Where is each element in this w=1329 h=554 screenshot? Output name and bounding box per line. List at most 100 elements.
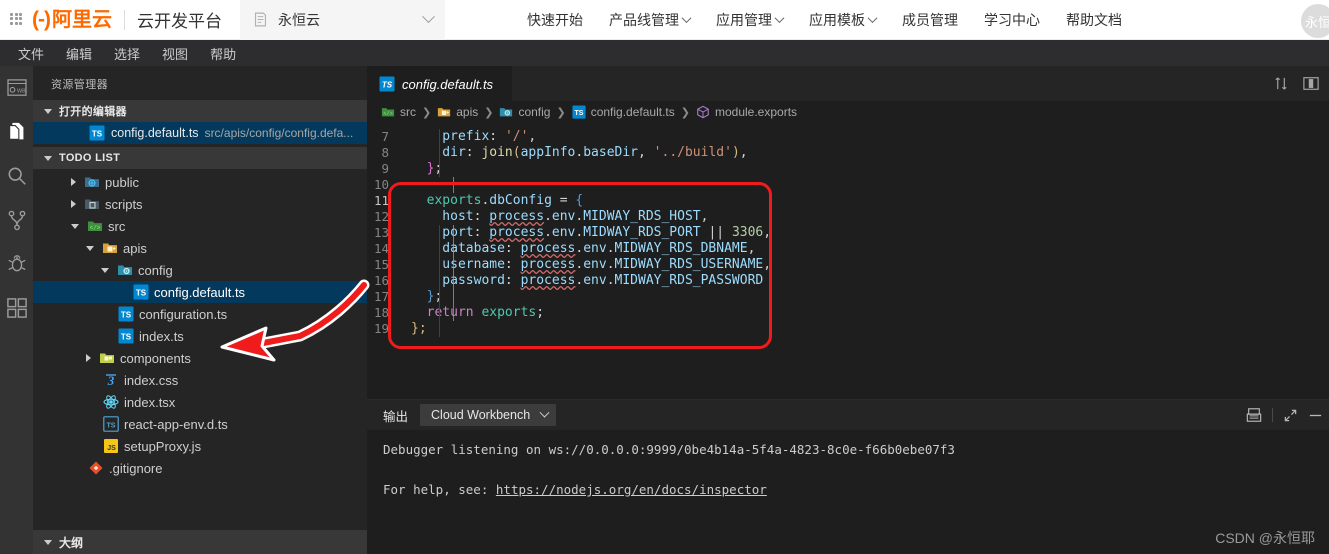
menu-item-edit[interactable]: 编辑 [56,41,102,66]
tree-folder-row[interactable]: </> src [33,215,367,237]
folder-config-icon [118,265,132,275]
editor-tab-config-default-ts[interactable]: TS config.default.ts [367,66,512,101]
js-file-icon: JS [104,439,118,453]
breadcrumb-item-label: config [518,105,551,119]
aliyun-logo[interactable]: (-) 阿里云 [32,9,112,30]
chevron-right-icon [86,354,91,362]
extensions-icon[interactable] [5,296,29,320]
menu-item-view[interactable]: 视图 [152,41,198,66]
code-line[interactable]: 19}; [367,321,1329,337]
code-line[interactable]: 14 database: process.env.MIDWAY_RDS_DBNA… [367,241,1329,257]
project-icon [254,12,267,27]
svg-text:TS: TS [574,110,583,117]
grid-apps-icon[interactable] [10,12,24,27]
line-number: 8 [381,145,389,160]
svg-text:TS: TS [136,289,147,298]
open-editor-item-config-default[interactable]: TS config.default.ts src/apis/config/con… [33,122,367,144]
aliyun-logo-mark: (-) [32,8,51,31]
avatar[interactable]: 永恒 [1301,4,1329,38]
code-line-text: username: process.env.MIDWAY_RDS_USERNAM… [411,257,772,272]
ts-file-icon: TS [118,306,134,322]
tree-folder-row[interactable]: scripts [33,193,367,215]
breadcrumb-item[interactable]: module.exports [696,105,797,119]
open-editors-label: 打开的编辑器 [59,106,127,118]
close-panel-icon[interactable] [1308,408,1323,423]
nav-link-help-docs[interactable]: 帮助文档 [1066,10,1122,30]
tree-folder-row[interactable]: config [33,259,367,281]
nav-link-product-line[interactable]: 产品线管理 [609,10,692,30]
code-line[interactable]: 13 port: process.env.MIDWAY_RDS_PORT || … [367,225,1329,241]
search-icon[interactable] [5,164,29,188]
tree-file-row[interactable]: index.tsx [33,391,367,413]
nav-link-learning-center[interactable]: 学习中心 [984,10,1040,30]
code-line[interactable]: 17 }; [367,289,1329,305]
code-line[interactable]: 12 host: process.env.MIDWAY_RDS_HOST, [367,209,1329,225]
outline-section-header[interactable]: 大纲 [33,530,367,554]
code-line[interactable]: 16 password: process.env.MIDWAY_RDS_PASS… [367,273,1329,289]
breadcrumb-item[interactable]: config [499,105,550,119]
aliyun-top-nav: (-) 阿里云 云开发平台 永恒云 快速开始 产品线管理 应用管理 应用模板 成… [0,0,1329,40]
split-editor-vertical-icon[interactable] [1274,76,1289,91]
menu-item-help[interactable]: 帮助 [200,41,246,66]
inspector-doc-link[interactable]: https://nodejs.org/en/docs/inspector [496,482,767,497]
nav-link-label: 应用模板 [808,11,865,28]
editor-tab-actions [1274,66,1319,101]
code-line-text: prefix: '/', [411,129,537,144]
project-section-header[interactable]: TODO LIST [33,147,367,169]
code-line[interactable]: 11 exports.dbConfig = { [367,193,1329,209]
output-panel-actions [1246,400,1323,430]
breadcrumb-item[interactable]: </> src [381,105,416,119]
output-channel-select[interactable]: Cloud Workbench [420,404,557,426]
nav-link-app-template[interactable]: 应用模板 [808,10,878,30]
tree-file-row[interactable]: TS config.default.ts [33,281,367,303]
open-editors-section-header[interactable]: 打开的编辑器 [33,100,367,122]
tree-folder-row[interactable]: public [33,171,367,193]
source-control-icon[interactable] [5,208,29,232]
breadcrumb-item[interactable]: apis [437,105,478,119]
tree-item-label: public [105,174,139,190]
breadcrumb-item[interactable]: TS config.default.ts [572,105,675,119]
output-line-blank [383,460,1329,480]
menu-item-file[interactable]: 文件 [8,41,54,66]
ts-file-icon: TS [572,105,586,119]
project-selector[interactable]: 永恒云 [239,0,445,40]
tree-item-label: apis [123,240,147,256]
svg-text:TS: TS [382,81,393,90]
nav-link-quick-start[interactable]: 快速开始 [527,10,583,30]
code-line[interactable]: 8 dir: join(appInfo.baseDir, '../build')… [367,145,1329,161]
code-line[interactable]: 7 prefix: '/', [367,129,1329,145]
code-line[interactable]: 10 [367,177,1329,193]
tree-item-label: react-app-env.d.ts [124,416,228,432]
folder-api-icon [103,243,117,253]
chevron-down-icon [867,13,878,24]
tree-file-row[interactable]: JS setupProxy.js [33,435,367,457]
explorer-files-icon[interactable] [5,120,29,144]
code-line[interactable]: 9 }; [367,161,1329,177]
output-line: Debugger listening on ws://0.0.0.0:9999/… [383,442,955,457]
tree-folder-row[interactable]: components [33,347,367,369]
tree-file-row[interactable]: .gitignore [33,457,367,479]
code-line-text: exports.dbConfig = { [411,193,584,208]
nav-link-member-management[interactable]: 成员管理 [902,10,958,30]
code-line[interactable]: 15 username: process.env.MIDWAY_RDS_USER… [367,257,1329,273]
output-tab[interactable]: 输出 [383,406,408,425]
tree-file-row[interactable]: 3 index.css [33,369,367,391]
code-line-text: }; [411,289,443,304]
tree-file-row[interactable]: TS configuration.ts [33,303,367,325]
tree-folder-row[interactable]: apis [33,237,367,259]
run-debug-icon[interactable] [5,252,29,276]
code-editor[interactable]: 7 prefix: '/', 8 dir: join(appInfo.baseDi… [367,123,1329,399]
menu-item-select[interactable]: 选择 [104,41,150,66]
toggle-panel-layout-icon[interactable] [1303,76,1319,91]
ts-file-icon: TS [379,76,395,92]
web-preview-icon[interactable]: WB [5,76,29,100]
maximize-panel-icon[interactable] [1283,408,1298,423]
tree-file-row[interactable]: TS index.ts [33,325,367,347]
breadcrumb-separator-icon: ❯ [422,106,432,119]
code-line[interactable]: 18 return exports; [367,305,1329,321]
clear-output-icon[interactable] [1246,407,1262,423]
nav-link-app-management[interactable]: 应用管理 [716,10,785,30]
open-editor-file-path: src/apis/config/config.defa... [204,126,354,140]
line-number: 16 [373,273,389,288]
tree-file-row[interactable]: TS react-app-env.d.ts [33,413,367,435]
